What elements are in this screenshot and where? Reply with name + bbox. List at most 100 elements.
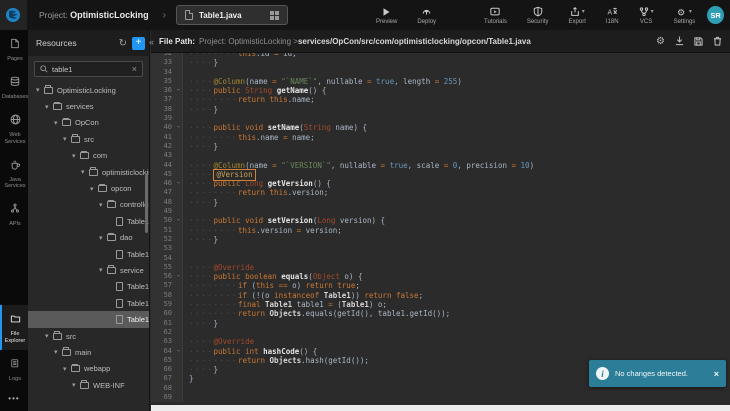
app-logo[interactable] — [0, 0, 27, 30]
gutter-space — [175, 226, 183, 235]
tree-item-services[interactable]: ▾services — [28, 98, 149, 114]
code-text: ····} — [183, 319, 218, 328]
fold-marker-icon[interactable]: - — [175, 347, 183, 356]
editor-settings-gear-icon[interactable]: ⚙ — [656, 36, 665, 47]
caret-down-icon[interactable]: ▾ — [63, 365, 71, 373]
add-resource-button[interactable]: + — [132, 37, 145, 50]
caret-down-icon[interactable]: ▾ — [99, 234, 107, 242]
sidebar-item-label: Logs — [9, 376, 21, 383]
editor-horizontal-scrollbar[interactable] — [151, 405, 730, 411]
tree-item-opcon[interactable]: ▾OpCon — [28, 115, 149, 131]
line-number: 33 — [151, 58, 175, 67]
tree-scrollbar[interactable] — [145, 173, 148, 233]
svg-text:A: A — [607, 8, 612, 16]
tree-item-src[interactable]: ▾src — [28, 131, 149, 147]
sidebar-item-logs[interactable]: Logs — [0, 350, 28, 388]
caret-down-icon[interactable]: ▾ — [99, 201, 107, 209]
gutter-space — [175, 393, 183, 402]
caret-down-icon[interactable]: ▾ — [54, 119, 62, 127]
sidebar-item-apis[interactable]: APIs — [0, 195, 28, 233]
save-file-icon[interactable] — [694, 37, 703, 46]
tree-item-table1dao-java[interactable]: Table1Dao.java — [28, 246, 149, 262]
fold-marker-icon[interactable]: - — [175, 179, 183, 188]
sidebar-more-button[interactable]: ••• — [0, 388, 28, 411]
delete-file-trash-icon[interactable] — [713, 36, 722, 46]
refresh-icon[interactable]: ↻ — [119, 38, 127, 49]
line-number: 58 — [151, 291, 175, 300]
resource-search-input[interactable] — [52, 65, 128, 74]
caret-down-icon[interactable]: ▾ — [72, 381, 80, 389]
caret-down-icon[interactable]: ▾ — [90, 185, 98, 193]
security-label: Security — [527, 19, 549, 25]
line-number: 61 — [151, 319, 175, 328]
tree-item-service[interactable]: ▾service — [28, 262, 149, 278]
tree-item-table1-java[interactable]: Table1.java — [28, 311, 149, 327]
gutter-space — [175, 151, 183, 160]
tree-item-com[interactable]: ▾com — [28, 148, 149, 164]
security-button[interactable]: Security — [527, 5, 549, 25]
export-button[interactable]: ▾Export — [569, 5, 586, 25]
preview-button[interactable]: Preview — [376, 5, 397, 25]
project-breadcrumb[interactable]: Project: OptimisticLocking — [39, 10, 149, 20]
sidebar-item-java-services[interactable]: Java Services — [0, 151, 28, 196]
chevron-down-icon: ▾ — [651, 8, 654, 15]
sidebar-item-databases[interactable]: Databases — [0, 68, 28, 106]
line-number: 57 — [151, 281, 175, 290]
code-line-57: 57········if (this == o) return true; — [151, 281, 730, 290]
fold-marker-icon[interactable]: - — [175, 86, 183, 95]
tree-item-controller[interactable]: ▾controller — [28, 197, 149, 213]
code-line-59: 59········final Table1 table1 = (Table1)… — [151, 300, 730, 309]
tree-item-table1controller-java[interactable]: Table1Controller.java — [28, 213, 149, 229]
fold-marker-icon[interactable]: - — [175, 216, 183, 225]
sidebar-item-pages[interactable]: Pages — [0, 30, 28, 68]
tree-item-table1service-java[interactable]: Table1Service.java — [28, 279, 149, 295]
tree-item-src[interactable]: ▾src — [28, 328, 149, 344]
code-line-61: 61 ····} — [151, 319, 730, 328]
folder-icon — [53, 103, 62, 110]
i18n-button[interactable]: AI18N — [606, 5, 619, 25]
tree-item-web-inf[interactable]: ▾WEB-INF — [28, 377, 149, 393]
code-editor[interactable]: 32········this.id = id;33····}3435····@C… — [151, 53, 730, 405]
code-text — [183, 254, 189, 263]
tree-item-optimisticlocking[interactable]: ▾optimisticlocking — [28, 164, 149, 180]
sidebar-item-file-explorer[interactable]: File Explorer — [0, 305, 28, 350]
caret-down-icon[interactable]: ▾ — [45, 332, 53, 340]
caret-down-icon[interactable]: ▾ — [72, 152, 80, 160]
deploy-button[interactable]: Deploy — [417, 5, 436, 25]
line-number: 42 — [151, 142, 175, 151]
caret-down-icon[interactable]: ▾ — [36, 86, 44, 94]
caret-down-icon[interactable]: ▾ — [63, 135, 71, 143]
tree-item-opcon[interactable]: ▾opcon — [28, 180, 149, 196]
folder-icon — [53, 333, 62, 340]
caret-down-icon[interactable]: ▾ — [81, 168, 89, 176]
toast-close-icon[interactable]: × — [714, 369, 719, 379]
vcs-button[interactable]: ▾VCS — [639, 5, 654, 25]
line-number: 44 — [151, 161, 175, 170]
line-number: 68 — [151, 384, 175, 393]
tree-item-label: webapp — [84, 364, 110, 373]
tree-item-dao[interactable]: ▾dao — [28, 230, 149, 246]
line-number: 45 — [151, 170, 175, 179]
collapse-panel-icon[interactable]: « — [149, 37, 154, 47]
gutter-space — [175, 300, 183, 309]
tutorials-button[interactable]: Tutorials — [484, 5, 507, 25]
settings-button[interactable]: ⚙▾Settings — [674, 5, 696, 25]
caret-down-icon[interactable]: ▾ — [99, 266, 107, 274]
fold-marker-icon[interactable]: - — [175, 123, 183, 132]
topbar-left-actions: Preview Deploy Tutorials — [366, 5, 517, 25]
file-tree: ▾OptimisticLocking▾services▾OpCon▾src▾co… — [28, 82, 149, 411]
tab-list-grid-icon[interactable] — [270, 11, 279, 20]
tree-item-optimisticlocking[interactable]: ▾OptimisticLocking — [28, 82, 149, 98]
file-explorer-icon — [10, 311, 21, 329]
tree-item-main[interactable]: ▾main — [28, 344, 149, 360]
fold-marker-icon[interactable]: - — [175, 272, 183, 281]
tree-item-webapp[interactable]: ▾ webapp — [28, 361, 149, 377]
caret-down-icon[interactable]: ▾ — [45, 103, 53, 111]
sidebar-item-web-services[interactable]: Web Services — [0, 106, 28, 151]
open-file-tab[interactable]: Table1.java — [176, 5, 288, 25]
tree-item-table1serviceimpl-java[interactable]: Table1ServiceImpl.java — [28, 295, 149, 311]
caret-down-icon[interactable]: ▾ — [54, 348, 62, 356]
download-file-icon[interactable] — [675, 36, 684, 46]
user-avatar[interactable]: SR — [707, 6, 724, 24]
clear-search-icon[interactable]: × — [132, 64, 137, 74]
